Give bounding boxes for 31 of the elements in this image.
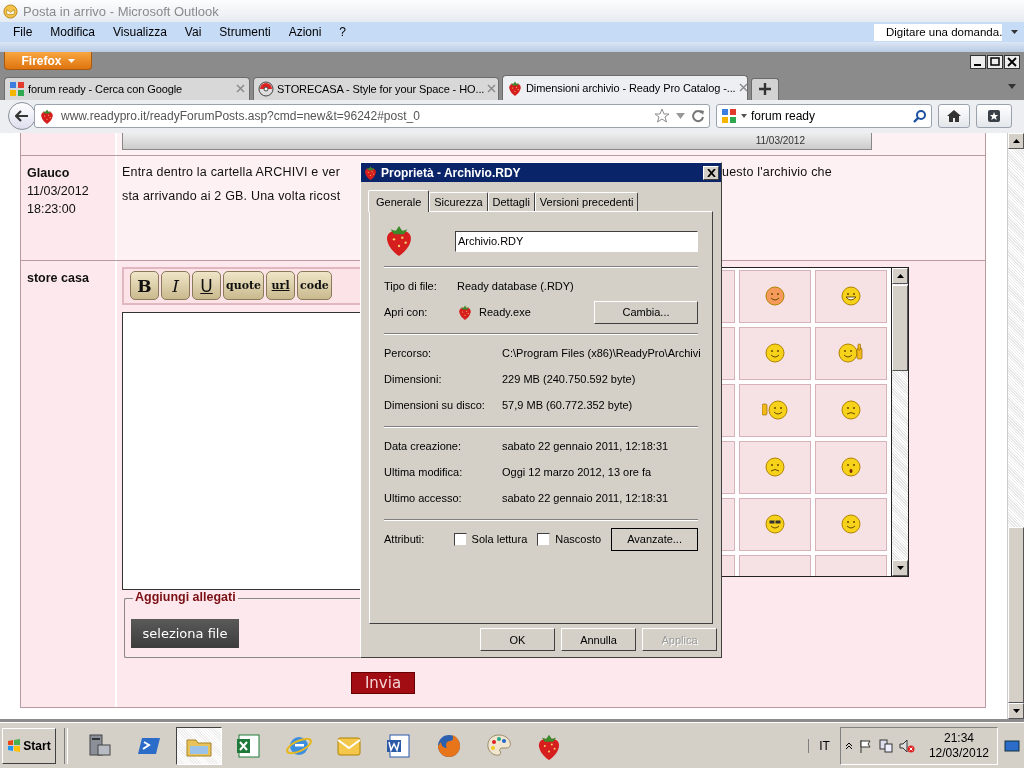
property-label: Ultimo accesso: (384, 492, 463, 504)
property-label: Apri con: (384, 306, 429, 318)
post-text: sta arrivando ai 2 GB. Una volta ricost (122, 187, 342, 205)
post-text: Entra dentro la cartella ARCHIVI e ver (122, 163, 342, 181)
checkbox-label: Sola lettura (471, 533, 528, 545)
property-value: Oggi 12 marzo 2012, 13 ore fa (502, 466, 652, 478)
author-name: store casa (27, 270, 89, 285)
property-label: Dimensioni: (384, 373, 443, 385)
property-value: C:\Program Files (x86)\ReadyPro\Archivi (502, 347, 701, 359)
property-value: Ready.exe (479, 306, 531, 318)
post-date: 11/03/2012 (27, 182, 90, 200)
clock-date: 12/03/2012 (928, 745, 989, 761)
checkbox-label: Nascosto (555, 533, 602, 545)
property-label: Ultima modifica: (384, 466, 464, 478)
property-label: Tipo di file: (384, 280, 438, 292)
author-name: Glauco (27, 164, 71, 182)
property-value: 229 MB (240.750.592 byte) (502, 373, 636, 385)
property-value: sabato 22 gennaio 2011, 12:18:31 (502, 440, 669, 452)
property-label: Percorso: (384, 347, 433, 359)
property-value: Ready database (.RDY) (457, 280, 574, 292)
post-text: uesto l'archivio che (722, 163, 832, 181)
property-label: Data creazione: (384, 440, 463, 452)
window-title: Posta in arrivo - Microsoft Outlook (23, 3, 219, 19)
property-label: Attributi: (384, 533, 426, 545)
property-label: Dimensioni su disco: (384, 399, 486, 411)
property-value: 57,9 MB (60.772.352 byte) (502, 399, 633, 411)
post-time: 18:23:00 (27, 200, 77, 218)
clock-time: 21:34 (943, 730, 974, 746)
property-value: sabato 22 gennaio 2011, 12:18:31 (502, 492, 669, 504)
date-text: 11/03/2012 (755, 135, 805, 147)
dialog-title: Proprietà - Archivio.RDY (381, 165, 521, 180)
